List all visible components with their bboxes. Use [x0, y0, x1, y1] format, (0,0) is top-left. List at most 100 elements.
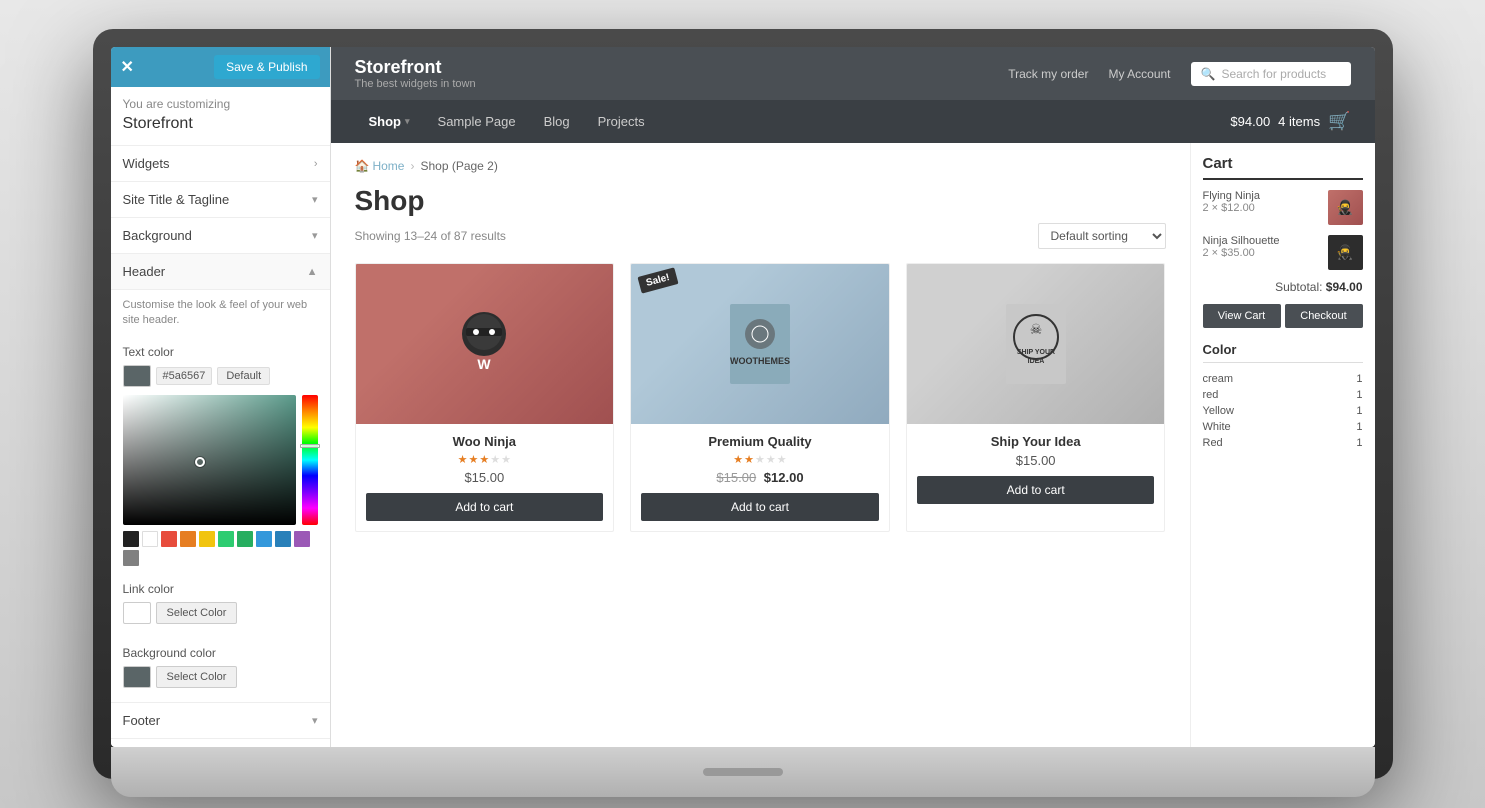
store-content: 🏠 Home › Shop (Page 2) Shop Showing 13–2…: [331, 143, 1375, 747]
menu-arrow-header: ▲: [307, 266, 318, 278]
swatch-blue[interactable]: [256, 531, 272, 547]
swatch-green[interactable]: [218, 531, 234, 547]
cart-info[interactable]: $94.00 4 items 🛒: [1230, 111, 1350, 132]
product-stars-premium-quality: ★ ★ ★ ★ ★: [641, 453, 879, 466]
color-filter-white-count: 1: [1356, 421, 1362, 433]
color-filter-title: Color: [1203, 342, 1363, 357]
nav-link-blog[interactable]: Blog: [530, 100, 584, 143]
star-4: ★: [490, 453, 500, 466]
customizer-header: ✕ Save & Publish: [111, 47, 330, 87]
shop-chevron-icon: ▾: [405, 116, 410, 127]
star-5: ★: [777, 453, 787, 466]
link-select-color-button[interactable]: Select Color: [156, 602, 238, 624]
product-card-woo-ninja: W Woo Ninja ★ ★ ★ ★: [355, 263, 615, 532]
sort-select[interactable]: Default sorting: [1038, 223, 1166, 249]
store-sidebar: Cart Flying Ninja 2 × $12.00 🥷: [1190, 143, 1375, 747]
nav-link-shop[interactable]: Shop ▾: [355, 100, 424, 143]
nav-link-sample[interactable]: Sample Page: [424, 100, 530, 143]
menu-item-header[interactable]: Header ▲: [111, 253, 330, 289]
product-card-premium-quality: WOOTHEMES Sale! Premium Quality ★: [630, 263, 890, 532]
color-filter-cream[interactable]: cream 1: [1203, 371, 1363, 387]
color-hex-value: #5a6567: [156, 367, 213, 385]
svg-text:WOOTHEMES: WOOTHEMES: [730, 356, 790, 366]
current-color-swatch[interactable]: [123, 365, 151, 387]
store-brand: Storefront The best widgets in town: [355, 57, 476, 90]
color-filter-white[interactable]: White 1: [1203, 419, 1363, 435]
star-5: ★: [501, 453, 511, 466]
add-to-cart-ship-your-idea[interactable]: Add to cart: [917, 476, 1155, 504]
product-info-premium-quality: Premium Quality ★ ★ ★ ★ ★ $15.00: [631, 424, 889, 531]
menu-arrow-background: ▾: [312, 229, 318, 242]
color-filter-red-label: red: [1203, 389, 1219, 401]
swatch-black[interactable]: [123, 531, 139, 547]
swatch-dark-green[interactable]: [237, 531, 253, 547]
add-to-cart-premium-quality[interactable]: Add to cart: [641, 493, 879, 521]
swatch-gray[interactable]: [123, 550, 139, 566]
original-price: $15.00: [716, 470, 756, 485]
customizing-label: You are customizing: [111, 87, 330, 115]
product-price-woo-ninja: $15.00: [366, 470, 604, 485]
breadcrumb-home-link[interactable]: 🏠 Home: [355, 159, 405, 173]
menu-item-background-label: Background: [123, 228, 192, 243]
close-button[interactable]: ✕: [121, 57, 134, 77]
checkout-button[interactable]: Checkout: [1285, 304, 1363, 328]
color-filter-yellow[interactable]: Yellow 1: [1203, 403, 1363, 419]
laptop-base: [111, 747, 1375, 797]
saturation-box[interactable]: [123, 395, 296, 525]
color-picker[interactable]: [123, 395, 318, 525]
bg-color-controls: Select Color: [123, 666, 318, 688]
search-box[interactable]: 🔍 Search for products: [1191, 62, 1351, 86]
menu-item-footer[interactable]: Footer ▾: [111, 702, 330, 738]
page-title: Shop: [355, 185, 1166, 217]
color-filter-red2[interactable]: Red 1: [1203, 435, 1363, 451]
svg-text:☠: ☠: [1029, 321, 1042, 337]
search-icon: 🔍: [1201, 67, 1216, 81]
cart-item-qty-1: 2 × $12.00: [1203, 202, 1328, 214]
star-4: ★: [766, 453, 776, 466]
cart-item-ninja-silhouette: Ninja Silhouette 2 × $35.00 🥷: [1203, 235, 1363, 270]
swatch-white[interactable]: [142, 531, 158, 547]
store-preview: Storefront The best widgets in town Trac…: [331, 47, 1375, 747]
bg-select-color-button[interactable]: Select Color: [156, 666, 238, 688]
color-filter-red-count: 1: [1356, 389, 1362, 401]
laptop-notch: [703, 768, 783, 776]
swatch-dark-blue[interactable]: [275, 531, 291, 547]
my-account-link[interactable]: My Account: [1108, 67, 1170, 81]
color-filter-red[interactable]: red 1: [1203, 387, 1363, 403]
nav-link-projects[interactable]: Projects: [584, 100, 659, 143]
link-color-swatch[interactable]: [123, 602, 151, 624]
color-filter-divider: [1203, 362, 1363, 363]
product-card-ship-your-idea: ☠ SHIP YOUR IDEA Ship Your Idea $15.00 A…: [906, 263, 1166, 532]
breadcrumb-separator: ›: [410, 159, 414, 173]
menu-arrow-widgets: ›: [314, 158, 318, 170]
color-filter-yellow-label: Yellow: [1203, 405, 1234, 417]
laptop-shell: ✕ Save & Publish You are customizing Sto…: [93, 29, 1393, 779]
star-3: ★: [479, 453, 489, 466]
cart-icon: 🛒: [1328, 111, 1350, 132]
swatch-red[interactable]: [161, 531, 177, 547]
color-filter-cream-label: cream: [1203, 373, 1234, 385]
premium-quality-image: WOOTHEMES: [631, 264, 889, 424]
color-default-button[interactable]: Default: [217, 367, 270, 385]
product-name-woo-ninja: Woo Ninja: [366, 434, 604, 449]
product-name-ship-your-idea: Ship Your Idea: [917, 434, 1155, 449]
save-publish-button[interactable]: Save & Publish: [214, 55, 319, 79]
cart-item-thumb-2: 🥷: [1328, 235, 1363, 270]
color-filter-white-label: White: [1203, 421, 1231, 433]
swatch-purple[interactable]: [294, 531, 310, 547]
add-to-cart-woo-ninja[interactable]: Add to cart: [366, 493, 604, 521]
color-swatches: [123, 531, 318, 566]
hue-slider[interactable]: [302, 395, 318, 525]
menu-item-widgets[interactable]: Widgets ›: [111, 145, 330, 181]
text-color-controls: #5a6567 Default: [123, 365, 318, 387]
swatch-yellow[interactable]: [199, 531, 215, 547]
menu-item-site-title[interactable]: Site Title & Tagline ▾: [111, 181, 330, 217]
view-cart-button[interactable]: View Cart: [1203, 304, 1281, 328]
menu-item-background[interactable]: Background ▾: [111, 217, 330, 253]
bg-color-swatch[interactable]: [123, 666, 151, 688]
track-order-link[interactable]: Track my order: [1008, 67, 1088, 81]
color-filter-red2-label: Red: [1203, 437, 1223, 449]
collapse-row[interactable]: ⊕ Collapse: [111, 738, 330, 747]
swatch-orange[interactable]: [180, 531, 196, 547]
product-image-premium-quality: WOOTHEMES Sale!: [631, 264, 889, 424]
